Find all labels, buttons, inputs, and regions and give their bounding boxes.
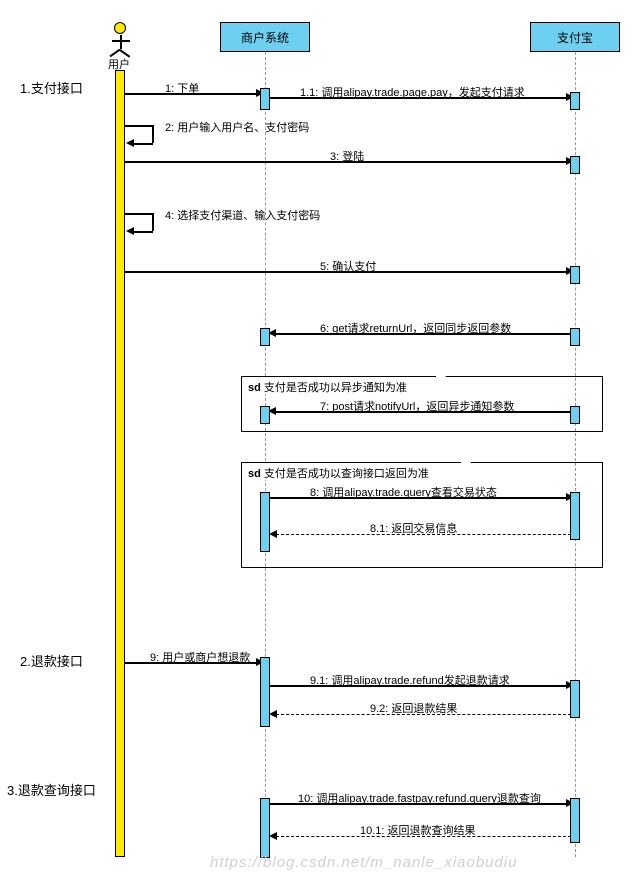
activation-alipay-1 (570, 92, 580, 110)
activation-merchant-6 (260, 328, 270, 346)
msg-4-arrow (126, 227, 134, 235)
activation-alipay-5 (570, 266, 580, 284)
activation-alipay-9 (570, 680, 580, 718)
fragment-2: sd 支付是否成功以查询接口返回为准 (241, 462, 603, 568)
msg-2-top (125, 125, 153, 127)
activation-alipay-10 (570, 798, 580, 843)
msg-1-line (125, 93, 258, 95)
msg-10-1-arrow (269, 832, 277, 840)
msg-10-1-line (276, 836, 571, 837)
actor-user-icon (114, 22, 126, 34)
lifeline-merchant (265, 52, 266, 857)
section-3: 3.退款查询接口 (7, 780, 96, 799)
msg-7-line (275, 411, 575, 413)
msg-4-label: 4: 选择支付渠道、输入支付密码 (165, 207, 320, 223)
activation-alipay-8 (570, 492, 580, 540)
msg-4-side (152, 213, 154, 231)
msg-9-1-line (270, 685, 568, 687)
activation-merchant-8 (260, 492, 270, 552)
participant-alipay: 支付宝 (530, 22, 620, 52)
msg-2-bot (133, 143, 153, 145)
watermark: https://blog.csdn.net/m_nanle_xiaobudiu (210, 854, 518, 871)
msg-9-2-arrow (269, 710, 277, 718)
msg-9-line (125, 662, 258, 664)
actor-user-body (120, 35, 122, 49)
fragment-1-title: 支付是否成功以异步通知为准 (264, 382, 407, 394)
activation-alipay-6 (570, 328, 580, 346)
msg-9-2-line (276, 714, 571, 715)
msg-4-top (125, 213, 153, 215)
msg-1-1-line (270, 97, 568, 99)
msg-8-line (270, 497, 568, 499)
section-2: 2.退款接口 (20, 651, 83, 670)
fragment-2-tab: sd 支付是否成功以查询接口返回为准 (241, 462, 461, 480)
participant-merchant-label: 商户系统 (241, 29, 289, 46)
fragment-2-tag: sd (248, 468, 261, 480)
msg-10-line (270, 803, 568, 805)
msg-6-line (275, 333, 575, 335)
activation-alipay-7 (570, 406, 580, 424)
fragment-1-tag: sd (248, 382, 261, 394)
msg-3-line (125, 161, 568, 163)
actor-user-arms (112, 40, 130, 42)
msg-8-1-arrow (269, 530, 277, 538)
msg-4-bot (133, 231, 153, 233)
msg-2-arrow (126, 139, 134, 147)
activation-merchant-1 (260, 88, 270, 110)
participant-alipay-label: 支付宝 (557, 29, 593, 46)
activation-merchant-7 (260, 406, 270, 424)
activation-merchant-10 (260, 798, 270, 858)
msg-5-line (125, 271, 568, 273)
section-1: 1.支付接口 (20, 78, 83, 97)
fragment-2-title: 支付是否成功以查询接口返回为准 (264, 468, 429, 480)
msg-2-side (152, 125, 154, 143)
msg-2-label: 2: 用户输入用户名、支付密码 (165, 119, 309, 135)
activation-user (115, 70, 125, 857)
activation-alipay-3 (570, 156, 580, 174)
fragment-1-tab: sd 支付是否成功以异步通知为准 (241, 376, 436, 394)
sequence-diagram: 用户 商户系统 支付宝 1.支付接口 2.退款接口 3.退款查询接口 1: 下单… (0, 0, 633, 876)
msg-8-1-line (276, 534, 571, 535)
participant-merchant: 商户系统 (220, 22, 310, 52)
